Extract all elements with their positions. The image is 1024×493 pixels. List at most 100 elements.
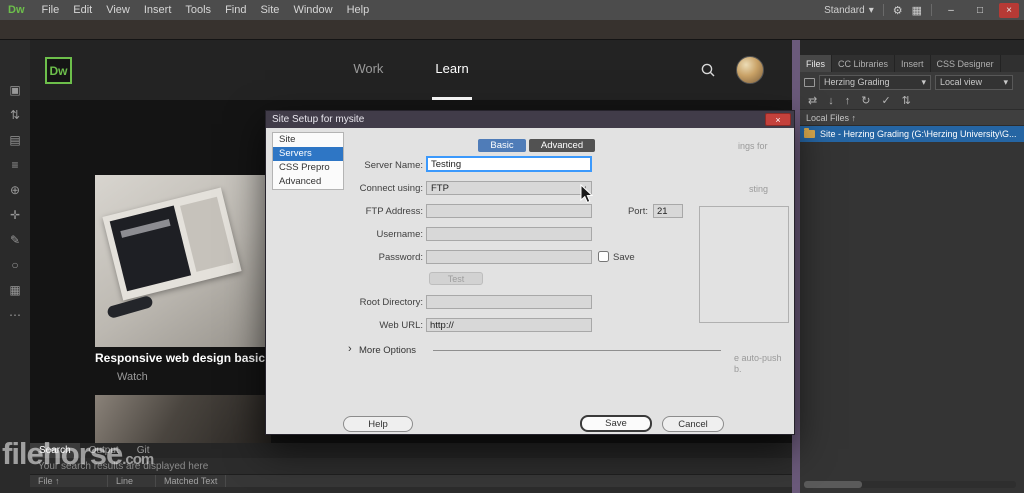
more-icon[interactable]: ⋯ [8,309,22,321]
workspace-label: Standard [824,5,865,16]
folder-icon [804,130,815,138]
menu-window[interactable]: Window [286,4,339,16]
put-files-icon[interactable]: ↑ [845,95,851,107]
layout-icon[interactable]: ▦ [8,284,22,296]
snippets-icon[interactable]: ✎ [8,234,22,246]
view-selector[interactable]: Local view ▾ [935,75,1013,90]
tab-advanced[interactable]: Advanced [529,139,595,152]
workspace-selector[interactable]: Standard ▾ [824,5,874,16]
category-servers[interactable]: Servers [273,147,343,161]
local-files-header[interactable]: Local Files ↑ [800,110,1024,126]
connect-using-value: FTP [431,183,449,194]
help-button[interactable]: Help [343,416,413,432]
minimize-button[interactable]: – [941,3,961,18]
app-logo: Dw [8,4,25,16]
position-icon[interactable]: ✛ [8,209,22,221]
test-button[interactable]: Test [429,272,483,285]
assets-icon[interactable]: ▤ [8,134,22,146]
swap-icon[interactable]: ⇅ [8,109,22,121]
save-button[interactable]: Save [580,415,652,432]
column-file[interactable]: File ↑ [30,475,108,487]
check-out-icon[interactable]: ✓ [881,94,890,107]
ftp-address-label: FTP Address: [276,206,423,217]
panel-tabs: Files CC Libraries Insert CSS Designer [800,55,1024,72]
horizontal-scrollbar[interactable] [804,481,1016,488]
refresh-icon[interactable]: ↻ [861,94,870,107]
avatar[interactable] [736,56,764,84]
port-input[interactable] [653,204,683,218]
menu-edit[interactable]: Edit [66,4,99,16]
tab-css-designer[interactable]: CSS Designer [931,55,1001,72]
root-directory-input[interactable] [426,295,592,309]
site-selector[interactable]: Herzing Grading ▾ [819,75,931,90]
web-url-input[interactable] [426,318,592,332]
layout-grid-icon[interactable]: ▦ [912,4,922,17]
dom-icon[interactable]: ≡ [8,159,22,171]
left-toolbar: ▣ ⇅ ▤ ≡ ⊕ ✛ ✎ ○ ▦ ⋯ [0,40,30,493]
home-header: Dw Work Learn [30,40,792,100]
chevron-right-icon: › [348,344,352,355]
site-root-row[interactable]: Site - Herzing Grading (G:\Herzing Unive… [800,126,1024,142]
username-input[interactable] [426,227,592,241]
tab-cc-libraries[interactable]: CC Libraries [832,55,895,72]
more-options-toggle[interactable]: More Options [359,345,416,356]
artifact-text: ings for [738,141,768,151]
menu-file[interactable]: File [35,4,67,16]
password-label: Password: [276,252,423,263]
artifact-text: sting [749,184,768,194]
watch-link[interactable]: Watch [117,371,148,383]
view-selector-value: Local view [940,77,982,87]
panel-spacer [800,40,1024,55]
search-icon[interactable] [700,62,716,78]
tab-basic[interactable]: Basic [478,139,526,152]
files-icon[interactable]: ▣ [8,84,22,96]
dialog-title: Site Setup for mysite [272,114,364,125]
divider-line [433,350,721,351]
root-directory-label: Root Directory: [276,297,423,308]
article-title[interactable]: Responsive web design basics [95,351,272,365]
server-name-input[interactable] [426,156,592,172]
tab-search[interactable]: Search [30,443,80,458]
menubar: Dw File Edit View Insert Tools Find Site… [0,0,1024,20]
menu-site[interactable]: Site [253,4,286,16]
dialog-close-button[interactable]: × [765,113,791,126]
connect-icon[interactable]: ⇄ [808,94,817,107]
category-site[interactable]: Site [273,133,343,147]
extract-icon[interactable]: ⊕ [8,184,22,196]
article-thumbnail[interactable] [95,175,271,347]
menu-tools[interactable]: Tools [178,4,218,16]
menu-insert[interactable]: Insert [137,4,179,16]
column-matched-text[interactable]: Matched Text [156,475,226,487]
column-line[interactable]: Line [108,475,156,487]
get-files-icon[interactable]: ↓ [828,95,834,107]
connect-using-select[interactable]: FTP ∨ [426,181,592,195]
save-checkbox[interactable] [598,251,609,262]
close-button[interactable]: × [999,3,1019,18]
scrollbar-thumb[interactable] [804,481,862,488]
menu-help[interactable]: Help [340,4,377,16]
cancel-button[interactable]: Cancel [662,416,724,432]
tab-git[interactable]: Git [128,443,159,458]
gear-icon[interactable]: ⚙ [893,4,903,17]
tab-insert[interactable]: Insert [895,55,931,72]
ftp-address-input[interactable] [426,204,592,218]
maximize-button[interactable]: □ [970,3,990,18]
tab-output[interactable]: Output [80,443,128,458]
divider [883,4,884,16]
username-label: Username: [276,229,423,240]
comments-icon[interactable]: ○ [8,259,22,271]
tab-learn[interactable]: Learn [432,40,471,100]
tab-work[interactable]: Work [350,40,386,100]
password-input[interactable] [426,250,592,264]
dialog-titlebar[interactable]: Site Setup for mysite × [266,111,794,128]
save-checkbox-label: Save [613,252,635,263]
menu-find[interactable]: Find [218,4,253,16]
article-thumbnail-2[interactable] [95,395,271,443]
tab-files[interactable]: Files [800,55,832,72]
menu-view[interactable]: View [99,4,137,16]
site-root-label: Site - Herzing Grading (G:\Herzing Unive… [820,129,1017,139]
document-toolbar [0,20,1024,40]
server-name-label: Server Name: [276,160,423,171]
sync-icon[interactable]: ⇅ [902,94,911,107]
site-selector-value: Herzing Grading [824,77,890,87]
